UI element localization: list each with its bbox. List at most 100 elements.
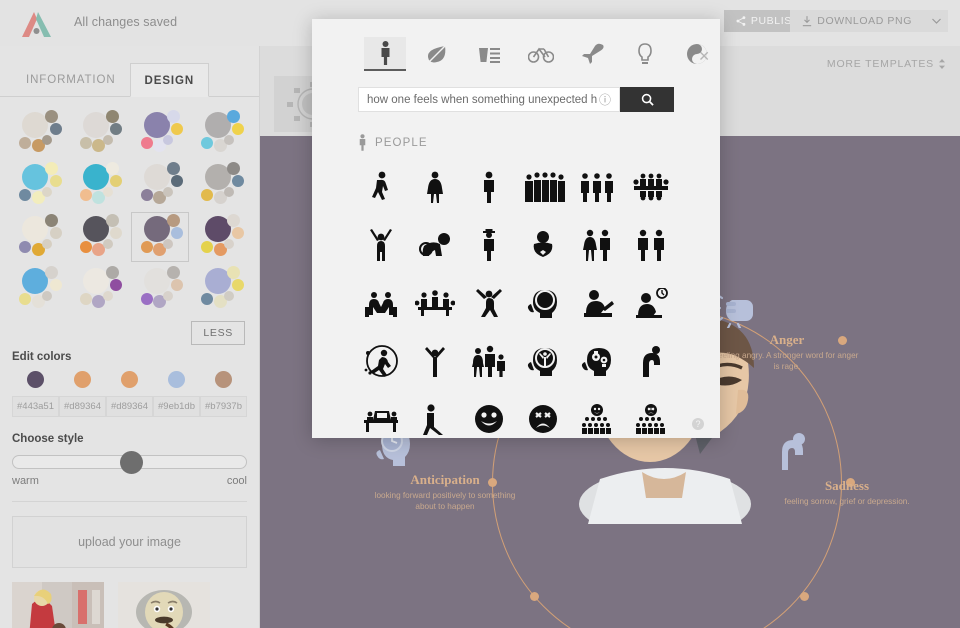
palette-swatch[interactable] xyxy=(10,109,67,157)
help-icon[interactable]: ? xyxy=(692,418,704,430)
close-icon[interactable]: ✕ xyxy=(698,49,710,63)
emotion-description: feeling sorrow, grief or depression. xyxy=(784,497,910,506)
man-with-hat-icon[interactable] xyxy=(462,219,516,271)
walking-person-icon[interactable] xyxy=(354,161,408,213)
edit-color-swatch[interactable] xyxy=(153,371,200,388)
family-icon[interactable] xyxy=(462,335,516,387)
baby-icon[interactable] xyxy=(516,219,570,271)
palette-swatch[interactable] xyxy=(10,161,67,209)
palette-dot xyxy=(105,161,119,175)
arms-raised-person-icon[interactable] xyxy=(354,219,408,271)
hex-input[interactable] xyxy=(153,396,200,417)
edit-color-swatch[interactable] xyxy=(59,371,106,388)
palette-dot xyxy=(102,186,113,197)
crowd-icon[interactable] xyxy=(516,161,570,213)
man-icon[interactable] xyxy=(462,161,516,213)
chevron-down-icon xyxy=(931,18,941,24)
icon-results-grid xyxy=(312,151,720,438)
emotion-sadness[interactable]: Sadness feeling sorrow, grief or depress… xyxy=(772,430,922,507)
palette-swatch[interactable] xyxy=(192,161,249,209)
app-logo[interactable] xyxy=(20,10,54,38)
palette-swatch[interactable] xyxy=(130,212,190,262)
spiritual-category-tab[interactable] xyxy=(676,37,718,71)
emotion-description: feeling angry. A stronger word for anger… xyxy=(715,351,859,372)
hex-input[interactable] xyxy=(200,396,247,417)
palette-dot xyxy=(105,265,119,279)
photo-thumb-woman-red-dress[interactable] xyxy=(12,582,104,628)
transport-category-tab[interactable] xyxy=(520,37,562,71)
emotion-name: Anticipation xyxy=(410,472,480,487)
team-meeting-icon[interactable] xyxy=(408,277,462,329)
save-status: All changes saved xyxy=(74,15,178,29)
clear-circle-icon[interactable]: ⓘ xyxy=(597,91,613,108)
jumping-person-icon[interactable] xyxy=(462,277,516,329)
person-at-desk-icon[interactable] xyxy=(570,277,624,329)
upload-image-dropzone[interactable]: upload your image xyxy=(12,516,247,568)
search-input[interactable] xyxy=(367,93,597,106)
more-templates-toggle[interactable]: MORE TEMPLATES xyxy=(827,58,946,70)
palette-swatch[interactable] xyxy=(132,109,189,157)
nature-category-tab[interactable] xyxy=(416,37,458,71)
palette-swatch[interactable] xyxy=(71,161,128,209)
edit-color-swatch[interactable] xyxy=(200,371,247,388)
hex-input[interactable] xyxy=(59,396,106,417)
two-men-icon[interactable] xyxy=(624,219,678,271)
icon-picker-modal: ✕ how one feels when something unexpecte… xyxy=(312,19,720,438)
hex-input[interactable] xyxy=(12,396,59,417)
happy-crowd-icon[interactable] xyxy=(570,393,624,438)
tab-design[interactable]: DESIGN xyxy=(129,63,210,97)
smiley-face-icon[interactable] xyxy=(462,393,516,438)
person-clock-icon[interactable] xyxy=(624,277,678,329)
palette-swatch[interactable] xyxy=(192,109,249,157)
people-category-tab[interactable] xyxy=(364,37,406,71)
download-options-button[interactable] xyxy=(924,10,948,32)
style-slider[interactable] xyxy=(12,451,247,474)
lightbulb-icon xyxy=(638,43,652,64)
hex-input[interactable] xyxy=(106,396,153,417)
emotion-anticipation[interactable]: Anticipation looking forward positively … xyxy=(370,426,520,512)
head-gears-icon[interactable] xyxy=(570,335,624,387)
download-png-button[interactable]: DOWNLOAD PNG xyxy=(790,10,924,32)
palette-swatch[interactable] xyxy=(71,213,128,261)
sad-crowd-icon[interactable] xyxy=(624,393,678,438)
travel-category-tab[interactable] xyxy=(572,37,614,71)
search-button[interactable] xyxy=(620,87,674,112)
person-activity-circle-icon[interactable] xyxy=(354,335,408,387)
photo-thumb-einstein-illustration[interactable] xyxy=(118,582,210,628)
woman-icon[interactable] xyxy=(408,161,462,213)
high-five-icon[interactable] xyxy=(354,277,408,329)
palette-swatch[interactable] xyxy=(10,265,67,313)
palette-dot xyxy=(166,265,180,279)
edit-color-swatch[interactable] xyxy=(106,371,153,388)
sitting-person-icon[interactable] xyxy=(408,393,462,438)
palette-swatch[interactable] xyxy=(132,161,189,209)
palette-dot xyxy=(163,186,174,197)
tab-information[interactable]: INFORMATION xyxy=(12,63,130,97)
palette-swatch[interactable] xyxy=(132,265,189,313)
edit-color-swatch[interactable] xyxy=(12,371,59,388)
food-category-tab[interactable] xyxy=(468,37,510,71)
crawling-baby-icon[interactable] xyxy=(408,219,462,271)
three-people-icon[interactable] xyxy=(570,161,624,213)
couple-icon[interactable] xyxy=(570,219,624,271)
palette-swatch[interactable] xyxy=(71,109,128,157)
palette-dot xyxy=(171,227,184,240)
leaf-icon xyxy=(427,45,446,63)
search-box[interactable]: ⓘ xyxy=(358,87,620,112)
head-person-inside-icon[interactable] xyxy=(516,335,570,387)
ideas-category-tab[interactable] xyxy=(624,37,666,71)
sad-face-icon[interactable] xyxy=(516,393,570,438)
desk-laptop-icon[interactable] xyxy=(354,393,408,438)
palette-swatch[interactable] xyxy=(71,265,128,313)
bowed-person-icon xyxy=(772,430,922,474)
emotion-anger[interactable]: Anger feeling angry. A stronger word for… xyxy=(712,288,862,372)
celebrating-person-icon[interactable] xyxy=(408,335,462,387)
bowed-sad-person-icon[interactable] xyxy=(624,335,678,387)
head-thought-icon[interactable] xyxy=(516,277,570,329)
palette-swatch[interactable] xyxy=(192,213,249,261)
palette-dot xyxy=(102,290,113,301)
meeting-table-icon[interactable] xyxy=(624,161,678,213)
less-button[interactable]: LESS xyxy=(191,321,245,345)
palette-swatch[interactable] xyxy=(192,265,249,313)
palette-swatch[interactable] xyxy=(10,213,67,261)
